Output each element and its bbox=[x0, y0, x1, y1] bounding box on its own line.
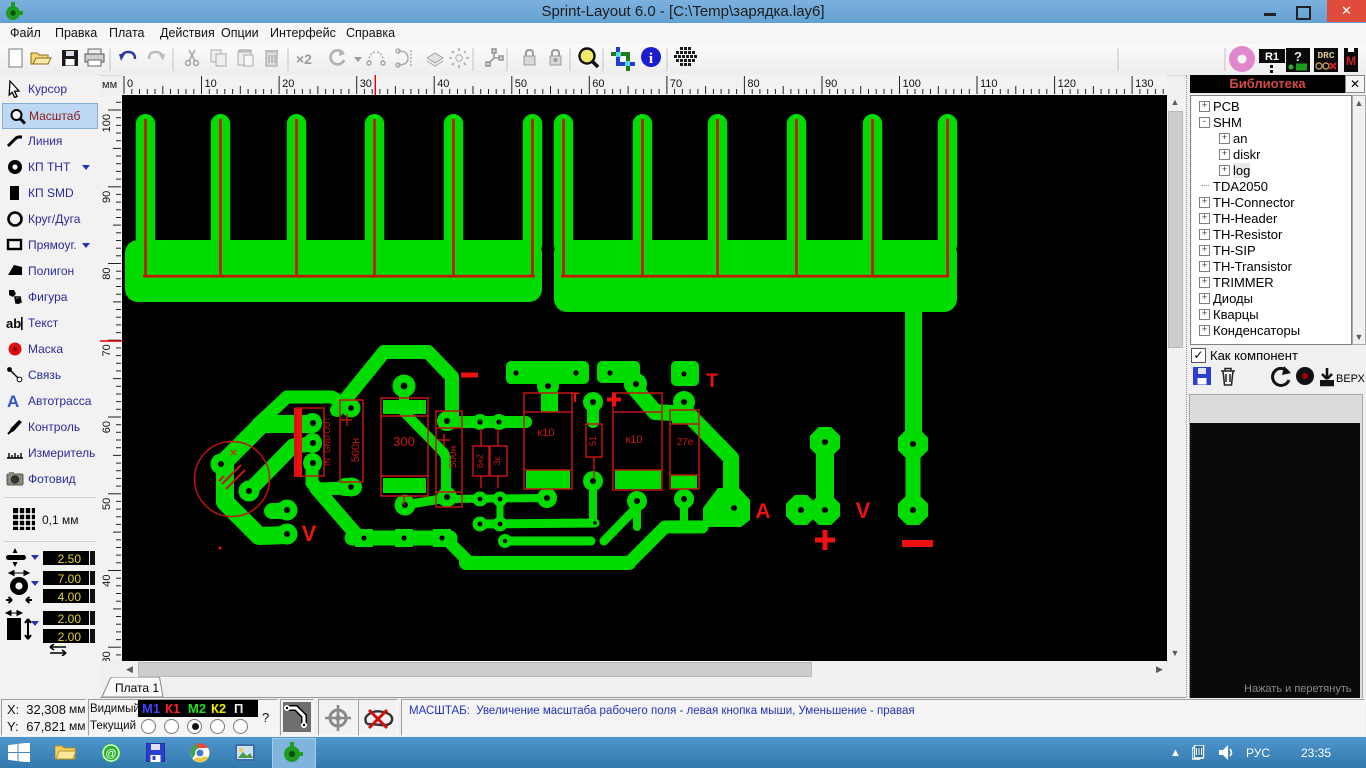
svg-text:6к2: 6к2 bbox=[475, 454, 485, 468]
svg-text:60: 60 bbox=[101, 421, 113, 433]
svg-text:90: 90 bbox=[101, 191, 113, 203]
svg-text:300: 300 bbox=[393, 434, 415, 449]
svg-text:ab: ab bbox=[6, 316, 21, 331]
svg-text:27е: 27е bbox=[677, 437, 694, 448]
svg-text:V: V bbox=[856, 498, 871, 523]
svg-text:×2: ×2 bbox=[296, 51, 312, 67]
svg-text:к10: к10 bbox=[625, 434, 642, 446]
svg-text:3к: 3к bbox=[492, 456, 502, 465]
svg-text:GND: GND bbox=[323, 435, 332, 453]
svg-text:Т: Т bbox=[571, 389, 580, 405]
svg-text:80: 80 bbox=[747, 78, 759, 90]
svg-text:500н: 500н bbox=[350, 438, 362, 462]
svg-text:@: @ bbox=[105, 748, 116, 760]
svg-text:50: 50 bbox=[515, 78, 527, 90]
svg-text:70: 70 bbox=[101, 344, 113, 356]
svg-text:70: 70 bbox=[670, 78, 682, 90]
svg-text:A: A bbox=[7, 392, 19, 410]
svg-text:120: 120 bbox=[1058, 78, 1076, 90]
svg-text:40: 40 bbox=[101, 575, 113, 587]
svg-text:IN: IN bbox=[323, 458, 332, 466]
svg-text:110: 110 bbox=[980, 78, 998, 90]
svg-text:500н: 500н bbox=[448, 446, 459, 468]
svg-text:10: 10 bbox=[205, 78, 217, 90]
svg-text:V: V bbox=[302, 521, 317, 546]
svg-text:M: M bbox=[1346, 54, 1356, 68]
svg-text:20: 20 bbox=[282, 78, 294, 90]
svg-text:i: i bbox=[649, 51, 653, 67]
svg-text:A: A bbox=[755, 500, 770, 523]
svg-text:40: 40 bbox=[437, 78, 449, 90]
svg-text:80: 80 bbox=[101, 268, 113, 280]
svg-text:90: 90 bbox=[825, 78, 837, 90]
svg-text:ВЕРХ: ВЕРХ bbox=[1336, 373, 1366, 385]
svg-text:60: 60 bbox=[592, 78, 604, 90]
svg-text:к10: к10 bbox=[537, 427, 554, 439]
svg-text:Т: Т bbox=[706, 371, 718, 392]
svg-text:50: 50 bbox=[101, 498, 113, 510]
svg-text:0: 0 bbox=[127, 78, 133, 90]
svg-text:DRC: DRC bbox=[1317, 50, 1334, 61]
svg-text:100: 100 bbox=[903, 78, 921, 90]
svg-text:R1: R1 bbox=[1265, 51, 1279, 63]
svg-text:130: 130 bbox=[1135, 78, 1153, 90]
svg-text:OUT: OUT bbox=[323, 416, 332, 433]
svg-text:Плата 1: Плата 1 bbox=[115, 681, 159, 695]
svg-text:100: 100 bbox=[101, 114, 113, 132]
svg-text:?: ? bbox=[1294, 49, 1302, 64]
svg-text:51: 51 bbox=[588, 436, 598, 446]
svg-text:30: 30 bbox=[101, 651, 113, 661]
svg-text:30: 30 bbox=[360, 78, 372, 90]
